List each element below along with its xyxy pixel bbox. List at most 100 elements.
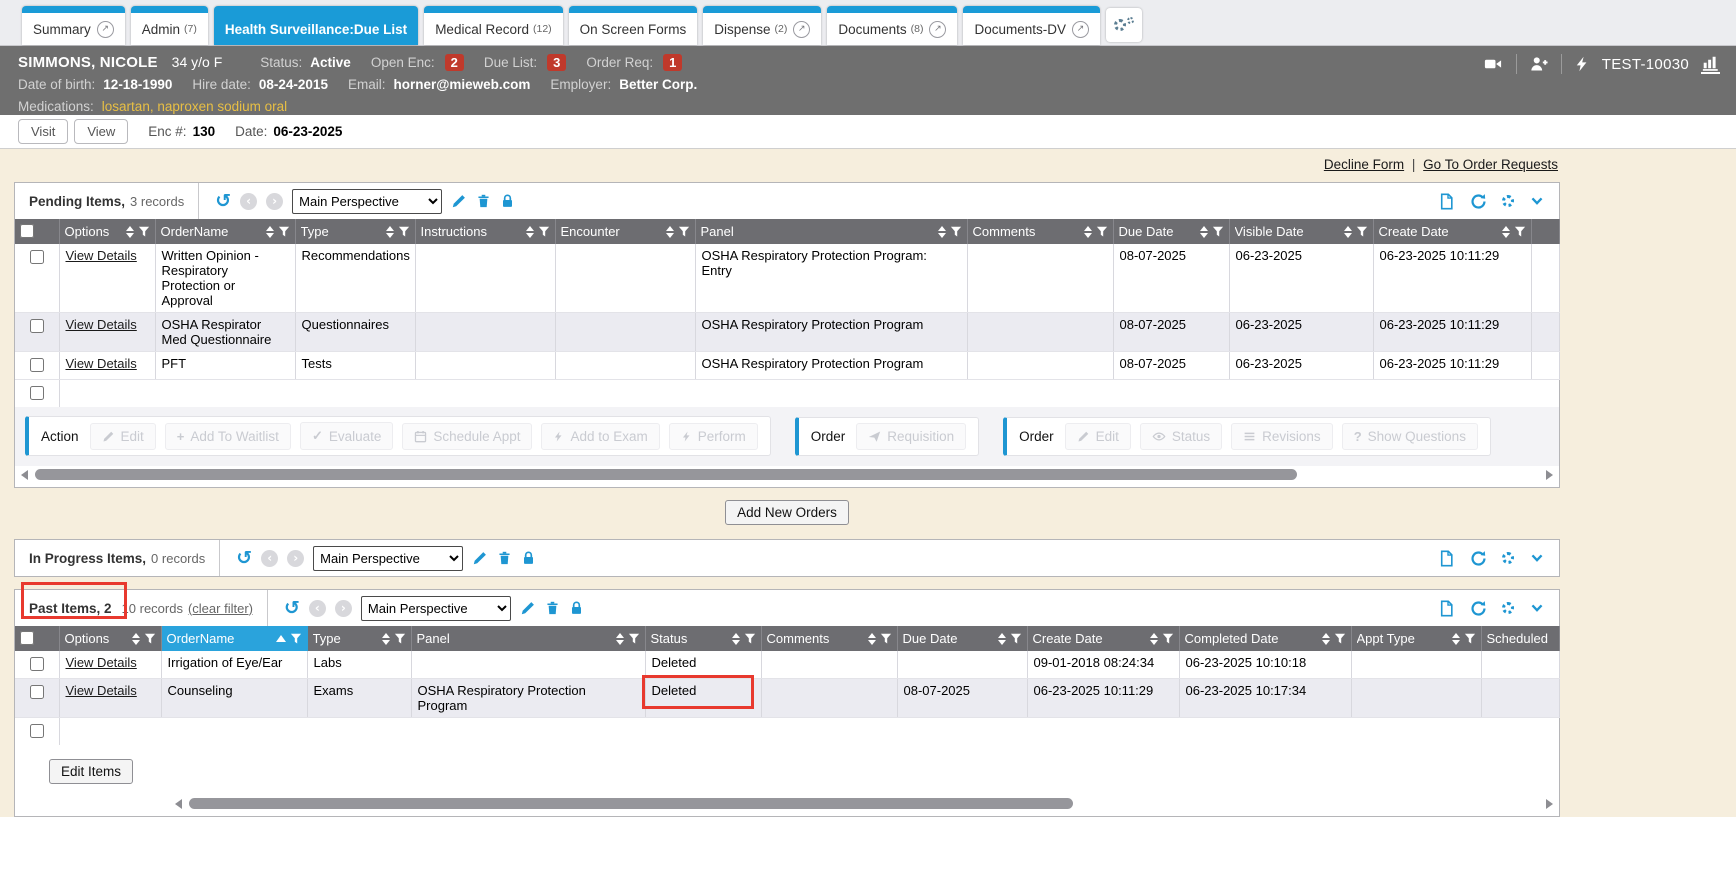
filter-icon[interactable] bbox=[744, 633, 756, 645]
filter-icon[interactable] bbox=[678, 226, 690, 238]
filter-icon[interactable] bbox=[290, 633, 302, 645]
row-checkbox[interactable] bbox=[30, 685, 44, 699]
gear-icon[interactable] bbox=[1502, 602, 1514, 614]
column-header-appt-type[interactable]: Appt Type bbox=[1357, 631, 1415, 646]
sort-icon[interactable] bbox=[1502, 226, 1510, 238]
prev-page-icon[interactable]: ‹ bbox=[261, 550, 278, 567]
column-header-due-date[interactable]: Due Date bbox=[903, 631, 958, 646]
view-details-link[interactable]: View Details bbox=[66, 683, 137, 698]
sort-icon[interactable] bbox=[666, 226, 674, 238]
sort-icon[interactable] bbox=[616, 633, 624, 645]
column-header-comments[interactable]: Comments bbox=[767, 631, 830, 646]
open-enc-badge[interactable]: 2 bbox=[445, 54, 464, 71]
new-document-icon[interactable] bbox=[1438, 550, 1455, 567]
perspective-select[interactable]: Main Perspective bbox=[292, 189, 442, 214]
revisions-button[interactable]: Revisions bbox=[1231, 423, 1333, 450]
scroll-right-arrow[interactable] bbox=[1546, 470, 1553, 480]
sort-icon[interactable] bbox=[868, 633, 876, 645]
row-checkbox[interactable] bbox=[30, 657, 44, 671]
tab-settings-button[interactable] bbox=[1106, 8, 1142, 42]
sort-icon[interactable] bbox=[1150, 633, 1158, 645]
column-header-comments[interactable]: Comments bbox=[973, 224, 1036, 239]
edit-perspective-icon[interactable] bbox=[520, 600, 536, 616]
popout-icon[interactable]: ↗ bbox=[97, 21, 114, 38]
gear-icon[interactable] bbox=[1502, 195, 1514, 207]
edit-perspective-icon[interactable] bbox=[451, 193, 467, 209]
edit-items-button[interactable]: Edit Items bbox=[49, 759, 133, 784]
video-camera-icon[interactable] bbox=[1482, 55, 1504, 73]
requisition-button[interactable]: Requisition bbox=[856, 423, 966, 450]
sort-icon[interactable] bbox=[382, 633, 390, 645]
filter-icon[interactable] bbox=[1514, 226, 1526, 238]
scroll-left-arrow[interactable] bbox=[21, 470, 28, 480]
perspective-select[interactable]: Main Perspective bbox=[313, 546, 463, 571]
prev-page-icon[interactable]: ‹ bbox=[309, 600, 326, 617]
sort-icon[interactable] bbox=[1322, 633, 1330, 645]
column-header-create-date[interactable]: Create Date bbox=[1379, 224, 1449, 239]
column-header-instructions[interactable]: Instructions bbox=[421, 224, 487, 239]
column-header-encounter[interactable]: Encounter bbox=[561, 224, 620, 239]
select-all-checkbox[interactable] bbox=[20, 631, 34, 645]
row-checkbox[interactable] bbox=[30, 724, 44, 738]
view-details-link[interactable]: View Details bbox=[66, 655, 137, 670]
scrollbar-thumb[interactable] bbox=[35, 469, 1297, 480]
lock-icon[interactable] bbox=[569, 600, 584, 616]
filter-icon[interactable] bbox=[138, 226, 150, 238]
sort-icon[interactable] bbox=[266, 226, 274, 238]
filter-icon[interactable] bbox=[880, 633, 892, 645]
column-header-type[interactable]: Type bbox=[301, 224, 329, 239]
undo-icon[interactable]: ↺ bbox=[215, 192, 231, 211]
column-header-panel[interactable]: Panel bbox=[701, 224, 734, 239]
sort-icon[interactable] bbox=[732, 633, 740, 645]
order-edit-button[interactable]: Edit bbox=[1065, 423, 1131, 450]
visit-button[interactable]: Visit bbox=[18, 119, 68, 144]
filter-icon[interactable] bbox=[1212, 226, 1224, 238]
edit-perspective-icon[interactable] bbox=[472, 550, 488, 566]
filter-icon[interactable] bbox=[1162, 633, 1174, 645]
chart-icon[interactable] bbox=[1701, 54, 1720, 71]
add-new-orders-button[interactable]: Add New Orders bbox=[725, 500, 849, 525]
refresh-icon[interactable] bbox=[1470, 193, 1487, 210]
filter-icon[interactable] bbox=[1096, 226, 1108, 238]
sort-icon[interactable] bbox=[526, 226, 534, 238]
scroll-left-arrow[interactable] bbox=[175, 799, 182, 809]
gear-icon[interactable] bbox=[1502, 552, 1514, 564]
row-checkbox[interactable] bbox=[30, 319, 44, 333]
row-checkbox[interactable] bbox=[30, 358, 44, 372]
sort-icon[interactable] bbox=[126, 226, 134, 238]
delete-perspective-icon[interactable] bbox=[476, 193, 491, 209]
row-checkbox[interactable] bbox=[30, 386, 44, 400]
sort-icon[interactable] bbox=[938, 226, 946, 238]
next-page-icon[interactable]: › bbox=[335, 600, 352, 617]
column-header-ordername[interactable]: OrderName bbox=[161, 224, 229, 239]
clear-filter-link[interactable]: (clear filter) bbox=[188, 601, 253, 616]
select-all-checkbox[interactable] bbox=[20, 224, 34, 238]
scroll-right-arrow[interactable] bbox=[1546, 799, 1553, 809]
column-header-options[interactable]: Options bbox=[65, 224, 110, 239]
filter-icon[interactable] bbox=[394, 633, 406, 645]
sort-icon[interactable] bbox=[1452, 633, 1460, 645]
tab-documents[interactable]: Documents (8) ↗ bbox=[827, 6, 957, 45]
decline-form-link[interactable]: Decline Form bbox=[1324, 157, 1404, 172]
filter-icon[interactable] bbox=[1464, 633, 1476, 645]
refresh-icon[interactable] bbox=[1470, 550, 1487, 567]
schedule-appt-button[interactable]: Schedule Appt bbox=[402, 423, 532, 450]
tab-admin[interactable]: Admin (7) bbox=[131, 6, 208, 45]
evaluate-button[interactable]: ✓Evaluate bbox=[300, 422, 393, 450]
show-questions-button[interactable]: ?Show Questions bbox=[1342, 423, 1478, 450]
horizontal-scrollbar[interactable] bbox=[173, 796, 1555, 811]
sort-icon[interactable] bbox=[998, 633, 1006, 645]
lock-icon[interactable] bbox=[500, 193, 515, 209]
tab-dispense[interactable]: Dispense (2) ↗ bbox=[703, 6, 821, 45]
tab-medical-record[interactable]: Medical Record (12) bbox=[424, 6, 562, 45]
tab-health-surveillance-due-list[interactable]: Health Surveillance:Due List bbox=[214, 6, 418, 45]
popout-icon[interactable]: ↗ bbox=[929, 21, 946, 38]
collapse-icon[interactable] bbox=[1529, 551, 1545, 565]
column-header-completed-date[interactable]: Completed Date bbox=[1185, 631, 1279, 646]
column-header-ordername[interactable]: OrderName bbox=[167, 631, 235, 646]
scrollbar-thumb[interactable] bbox=[189, 798, 1073, 809]
add-to-exam-button[interactable]: Add to Exam bbox=[541, 423, 659, 450]
tab-on-screen-forms[interactable]: On Screen Forms bbox=[569, 6, 698, 45]
order-req-badge[interactable]: 1 bbox=[663, 54, 682, 71]
column-header-type[interactable]: Type bbox=[313, 631, 341, 646]
